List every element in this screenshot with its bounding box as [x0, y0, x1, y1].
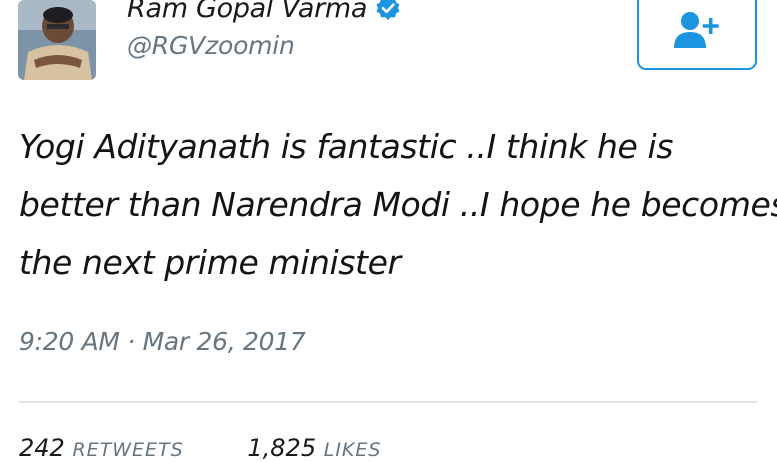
likes-count: 1,825 — [247, 434, 317, 462]
tweet-stats: 242 RETWEETS 1,825 LIKES — [19, 434, 437, 462]
tweet-line: Yogi Adityanath is fantastic ..I think h… — [19, 127, 674, 166]
profile-photo — [18, 0, 96, 80]
verified-badge-icon — [375, 0, 401, 21]
user-handle[interactable]: @RGVzoomin — [127, 31, 295, 60]
avatar[interactable] — [18, 0, 96, 80]
tweet-line: better than Narendra Modi ..I hope he be… — [19, 185, 777, 224]
divider — [18, 401, 758, 403]
retweets-stat[interactable]: 242 RETWEETS — [19, 434, 191, 462]
name-row: Ram Gopal Varma — [127, 0, 401, 26]
likes-label: LIKES — [323, 439, 382, 461]
tweet-text: Yogi Adityanath is fantastic ..I think h… — [19, 118, 777, 292]
likes-stat[interactable]: 1,825 LIKES — [247, 434, 381, 462]
retweets-count: 242 — [19, 434, 65, 462]
retweets-label: RETWEETS — [72, 439, 184, 461]
add-user-icon — [674, 12, 719, 48]
tweet-line: the next prime minister — [19, 243, 401, 282]
follow-button[interactable] — [637, 0, 757, 70]
display-name[interactable]: Ram Gopal Varma — [127, 0, 367, 24]
tweet-timestamp[interactable]: 9:20 AM · Mar 26, 2017 — [19, 327, 306, 356]
